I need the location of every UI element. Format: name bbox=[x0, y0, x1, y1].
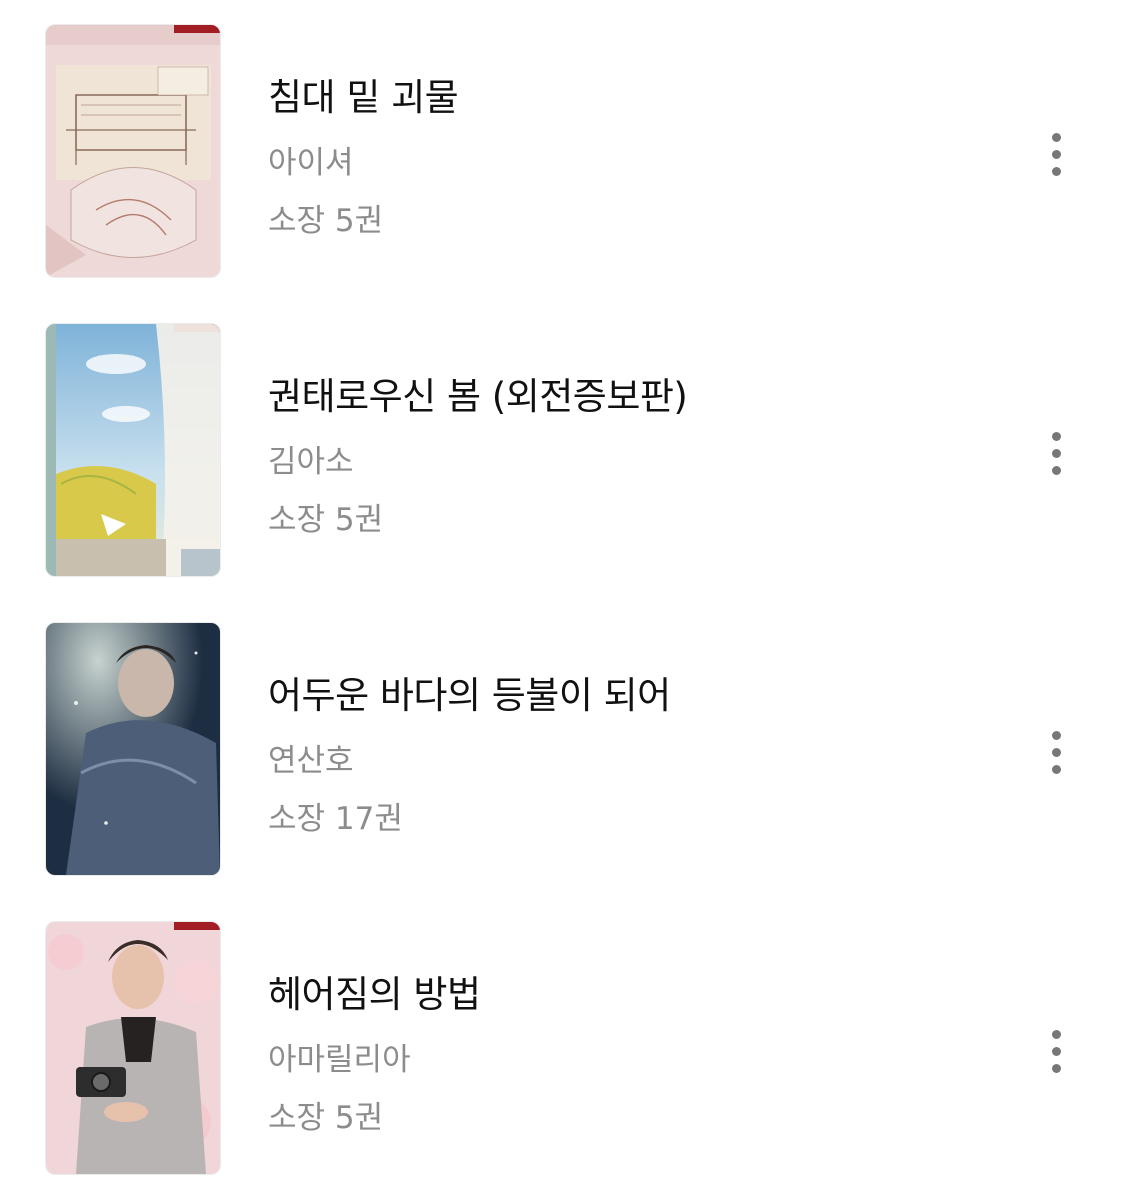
book-cover-image[interactable] bbox=[46, 25, 220, 277]
book-author: 연산호 bbox=[268, 743, 354, 779]
book-author: 아이셔 bbox=[268, 145, 354, 181]
book-title[interactable]: 권태로우신 봄 (외전증보판) bbox=[268, 366, 688, 420]
owned-volume-count: 소장 5권 bbox=[268, 1100, 384, 1136]
cover-art-window-spring bbox=[46, 324, 220, 576]
book-list-item[interactable]: 권태로우신 봄 (외전증보판) 김아소 소장 5권 bbox=[0, 324, 1133, 580]
more-vertical-icon[interactable] bbox=[1037, 1022, 1077, 1082]
owned-volume-count: 소장 5권 bbox=[268, 502, 384, 538]
book-author: 아마릴리아 bbox=[268, 1042, 411, 1078]
library-book-list: 침대 밑 괴물 아이셔 소장 5권 권태로우신 봄 (외전증보판) 김아소 소장… bbox=[0, 0, 1133, 1200]
book-list-item[interactable]: 침대 밑 괴물 아이셔 소장 5권 bbox=[0, 25, 1133, 281]
book-cover-image[interactable] bbox=[46, 324, 220, 576]
book-cover-image[interactable] bbox=[46, 623, 220, 875]
book-author: 김아소 bbox=[268, 444, 354, 480]
book-list-item[interactable]: 어두운 바다의 등불이 되어 연산호 소장 17권 bbox=[0, 623, 1133, 879]
book-cover-image[interactable] bbox=[46, 922, 220, 1174]
more-vertical-icon[interactable] bbox=[1037, 723, 1077, 783]
book-list-item[interactable]: 헤어짐의 방법 아마릴리아 소장 5권 bbox=[0, 922, 1133, 1178]
book-title[interactable]: 침대 밑 괴물 bbox=[268, 67, 459, 121]
book-title[interactable]: 어두운 바다의 등불이 되어 bbox=[268, 665, 671, 719]
cover-art-blossom-camera bbox=[46, 922, 220, 1174]
owned-volume-count: 소장 5권 bbox=[268, 203, 384, 239]
owned-volume-count: 소장 17권 bbox=[268, 801, 403, 837]
more-vertical-icon[interactable] bbox=[1037, 424, 1077, 484]
more-vertical-icon[interactable] bbox=[1037, 125, 1077, 185]
cover-art-pink-bed bbox=[46, 25, 220, 277]
cover-art-dark-sea bbox=[46, 623, 220, 875]
book-title[interactable]: 헤어짐의 방법 bbox=[268, 964, 481, 1018]
